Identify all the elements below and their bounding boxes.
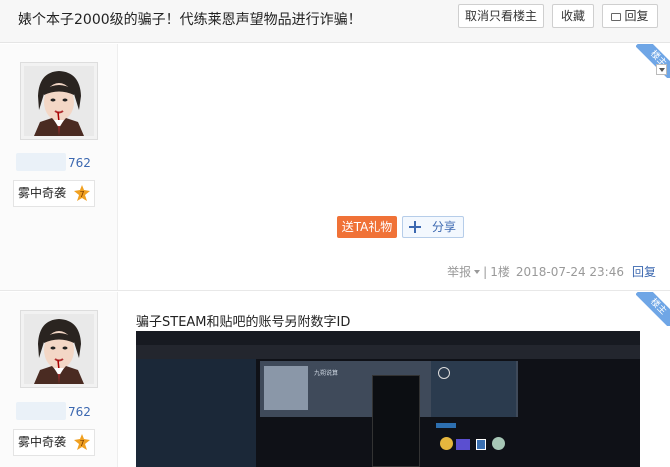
screenshot-topbar — [136, 331, 640, 345]
share-button[interactable]: 分享 — [402, 216, 464, 238]
author-uid[interactable]: 762 — [16, 153, 91, 171]
plus-icon — [409, 221, 421, 233]
reply-button[interactable]: 回复 — [602, 4, 658, 28]
uid-redacted — [16, 153, 66, 171]
op-corner-label: 楼主 — [636, 292, 670, 326]
post-floor-2: 762 雾中奇袭 7 楼主 骗子STEAM和贴吧的账号另附数字ID 九朔说算 — [0, 292, 670, 467]
screenshot-profile-name: 九朔说算 — [314, 370, 339, 377]
screenshot-badge-icon — [456, 439, 470, 450]
author-sidebar: 762 雾中奇袭 7 — [0, 44, 118, 290]
author-sidebar: 762 雾中奇袭 7 — [0, 292, 118, 467]
post-reply-link[interactable]: 回复 — [632, 265, 656, 279]
reply-button-label: 回复 — [624, 9, 649, 23]
avatar[interactable] — [20, 310, 98, 388]
report-link[interactable]: 举报 — [447, 265, 471, 279]
collapse-toggle-icon[interactable] — [656, 64, 667, 75]
thread-header: 婊个本子2000级的骗子！代练莱恩声望物品进行诈骗！ 取消只看楼主 收藏 回复 — [0, 0, 670, 43]
favorite-button[interactable]: 收藏 — [552, 4, 594, 28]
screenshot-badge-icon — [440, 437, 453, 450]
author-name-badge[interactable]: 雾中奇袭 7 — [13, 180, 95, 207]
svg-text:7: 7 — [79, 439, 84, 448]
author-name-badge[interactable]: 雾中奇袭 7 — [13, 429, 95, 456]
screenshot-profile-avatar — [264, 366, 308, 410]
avatar-image — [24, 314, 94, 384]
level-icon: 7 — [73, 434, 90, 450]
screenshot-level-icon — [438, 367, 450, 379]
uid-redacted — [16, 402, 66, 420]
send-gift-button[interactable]: 送TA礼物 — [337, 216, 397, 238]
thread-title: 婊个本子2000级的骗子！代练莱恩声望物品进行诈骗！ — [18, 12, 362, 28]
post-content-text: 骗子STEAM和贴吧的账号另附数字ID — [136, 315, 351, 330]
post-floor-1: 762 雾中奇袭 7 楼主 送TA礼物 分享 举报 | 1楼 2018-07-24 2… — [0, 44, 670, 291]
steam-profile-screenshot[interactable]: 九朔说算 — [136, 331, 640, 467]
screenshot-badge-icon — [476, 439, 486, 450]
screenshot-badge-icon — [492, 437, 505, 450]
report-dropdown-icon[interactable] — [474, 270, 481, 274]
author-uid[interactable]: 762 — [16, 402, 91, 420]
floor-number: 1楼 — [490, 265, 510, 279]
author-name: 雾中奇袭 — [18, 186, 67, 200]
author-name: 雾中奇袭 — [18, 435, 67, 449]
avatar[interactable] — [20, 62, 98, 140]
screenshot-status-bar — [436, 423, 456, 428]
reply-icon — [611, 13, 622, 21]
avatar-image — [24, 66, 94, 136]
post-time: 2018-07-24 23:46 — [515, 265, 624, 279]
uid-suffix: 762 — [68, 405, 91, 419]
screenshot-nav — [136, 345, 640, 359]
screenshot-dropdown-menu — [372, 375, 420, 467]
level-icon: 7 — [73, 185, 90, 201]
post-tail: 举报 | 1楼 2018-07-24 23:46 回复 — [447, 265, 656, 279]
op-corner-tag: 楼主 — [636, 292, 670, 326]
cancel-only-op-button[interactable]: 取消只看楼主 — [458, 4, 544, 28]
svg-text:7: 7 — [79, 190, 84, 199]
uid-suffix: 762 — [68, 156, 91, 170]
share-label: 分享 — [432, 220, 457, 234]
